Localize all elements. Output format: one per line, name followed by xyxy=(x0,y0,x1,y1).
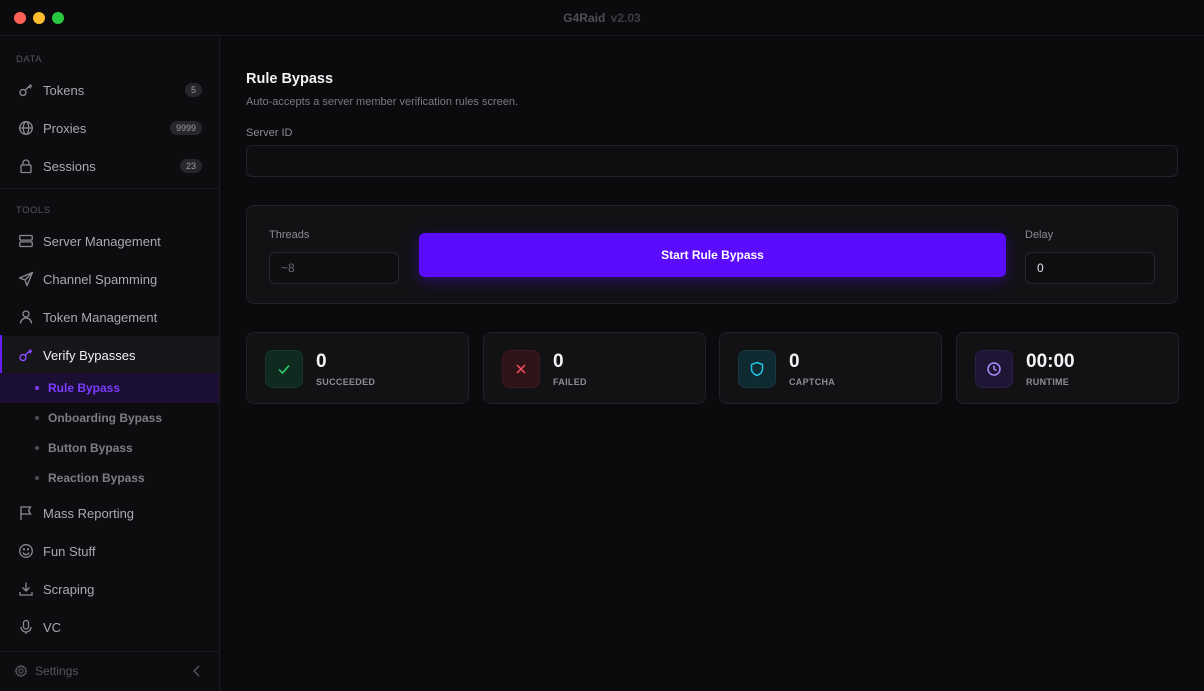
bullet-icon xyxy=(35,416,39,420)
stat-card-captcha: 0 CAPTCHA xyxy=(719,332,942,404)
sidebar-item-label: Proxies xyxy=(43,120,87,136)
stat-value: 0 xyxy=(789,351,800,372)
bullet-icon xyxy=(35,386,39,390)
sidebar-item-verify-bypasses[interactable]: Verify Bypasses xyxy=(0,336,219,374)
mic-icon xyxy=(17,618,35,636)
window-title: G4Raid v2.03 xyxy=(0,11,1204,25)
count-badge: 23 xyxy=(179,159,202,173)
shield-icon xyxy=(738,350,776,388)
settings-button[interactable]: Settings xyxy=(14,664,78,678)
smile-icon xyxy=(17,542,35,560)
sidebar-item-label: Verify Bypasses xyxy=(43,347,136,363)
sidebar-subitem-rule-bypass[interactable]: Rule Bypass xyxy=(0,373,219,403)
sidebar-item-fun-stuff[interactable]: Fun Stuff xyxy=(0,532,219,570)
download-icon xyxy=(17,580,35,598)
delay-input[interactable]: 0 xyxy=(1025,252,1155,284)
key-icon xyxy=(17,81,35,99)
sidebar-item-scraping[interactable]: Scraping xyxy=(0,570,219,608)
x-icon xyxy=(502,350,540,388)
stat-card-failed: 0 FAILED xyxy=(483,332,706,404)
lock-icon xyxy=(17,157,35,175)
sidebar-item-label: Server Management xyxy=(43,233,161,249)
server-id-label: Server ID xyxy=(246,127,293,139)
sidebar-subitem-button-bypass[interactable]: Button Bypass xyxy=(0,433,219,463)
collapse-sidebar-icon[interactable] xyxy=(190,664,204,678)
sidebar-subitem-label: Onboarding Bypass xyxy=(48,411,163,425)
sidebar-subitem-reaction-bypass[interactable]: Reaction Bypass xyxy=(0,463,219,493)
sidebar-item-sessions[interactable]: Sessions 23 xyxy=(0,147,219,185)
threads-label: Threads xyxy=(269,229,310,241)
control-panel: Threads ~8 Start Rule Bypass Delay 0 xyxy=(246,205,1178,304)
stat-card-succeeded: 0 SUCCEEDED xyxy=(246,332,469,404)
sidebar-subitem-label: Reaction Bypass xyxy=(48,471,145,485)
stat-label: RUNTIME xyxy=(1026,377,1070,387)
clock-icon xyxy=(975,350,1013,388)
start-rule-bypass-button[interactable]: Start Rule Bypass xyxy=(419,233,1006,277)
sidebar-item-label: Token Management xyxy=(43,309,158,325)
sidebar-item-vc[interactable]: VC xyxy=(0,608,219,646)
sidebar-item-label: VC xyxy=(43,619,62,635)
stat-value: 00:00 xyxy=(1026,351,1075,372)
threads-input[interactable]: ~8 xyxy=(269,252,399,284)
app-name: G4Raid xyxy=(563,11,606,25)
server-id-input[interactable] xyxy=(246,145,1178,177)
section-label-tools: TOOLS xyxy=(16,205,51,216)
app-version: v2.03 xyxy=(610,11,641,25)
send-icon xyxy=(17,270,35,288)
stat-label: FAILED xyxy=(553,377,587,387)
main-content: Rule Bypass Auto-accepts a server member… xyxy=(220,36,1204,691)
server-icon xyxy=(17,232,35,250)
sidebar-item-label: Sessions xyxy=(43,158,96,174)
sidebar-divider xyxy=(0,651,219,652)
user-icon xyxy=(17,308,35,326)
stat-value: 0 xyxy=(553,351,564,372)
stat-label: CAPTCHA xyxy=(789,377,836,387)
stat-label: SUCCEEDED xyxy=(316,377,376,387)
settings-label: Settings xyxy=(35,664,79,678)
flag-icon xyxy=(17,504,35,522)
title-bar: G4Raid v2.03 xyxy=(0,0,1204,36)
sidebar-item-proxies[interactable]: Proxies 9999 xyxy=(0,109,219,147)
sidebar-subitem-label: Rule Bypass xyxy=(48,381,121,395)
page-title: Rule Bypass xyxy=(246,71,334,87)
gear-icon xyxy=(14,664,28,678)
sidebar-item-label: Tokens xyxy=(43,82,85,98)
sidebar-item-label: Scraping xyxy=(43,581,95,597)
section-label-data: DATA xyxy=(16,54,42,65)
stat-value: 0 xyxy=(316,351,327,372)
page-description: Auto-accepts a server member verificatio… xyxy=(246,96,519,108)
sidebar-divider xyxy=(0,188,219,189)
sidebar: DATA Tokens 5 Proxies 9999 Sessions 23 T… xyxy=(0,36,220,691)
globe-icon xyxy=(17,119,35,137)
check-icon xyxy=(265,350,303,388)
sidebar-item-label: Fun Stuff xyxy=(43,543,96,559)
delay-label: Delay xyxy=(1025,229,1054,241)
sidebar-item-channel-spamming[interactable]: Channel Spamming xyxy=(0,260,219,298)
count-badge: 9999 xyxy=(169,121,202,135)
sidebar-item-label: Mass Reporting xyxy=(43,505,135,521)
bullet-icon xyxy=(35,446,39,450)
sidebar-subitem-onboarding-bypass[interactable]: Onboarding Bypass xyxy=(0,403,219,433)
key-icon xyxy=(17,346,35,364)
sidebar-item-server-management[interactable]: Server Management xyxy=(0,222,219,260)
sidebar-item-tokens[interactable]: Tokens 5 xyxy=(0,71,219,109)
sidebar-subitem-label: Button Bypass xyxy=(48,441,133,455)
count-badge: 5 xyxy=(184,83,202,97)
sidebar-item-token-management[interactable]: Token Management xyxy=(0,298,219,336)
sidebar-item-label: Channel Spamming xyxy=(43,271,158,287)
stat-card-runtime: 00:00 RUNTIME xyxy=(956,332,1179,404)
bullet-icon xyxy=(35,476,39,480)
sidebar-item-mass-reporting[interactable]: Mass Reporting xyxy=(0,494,219,532)
